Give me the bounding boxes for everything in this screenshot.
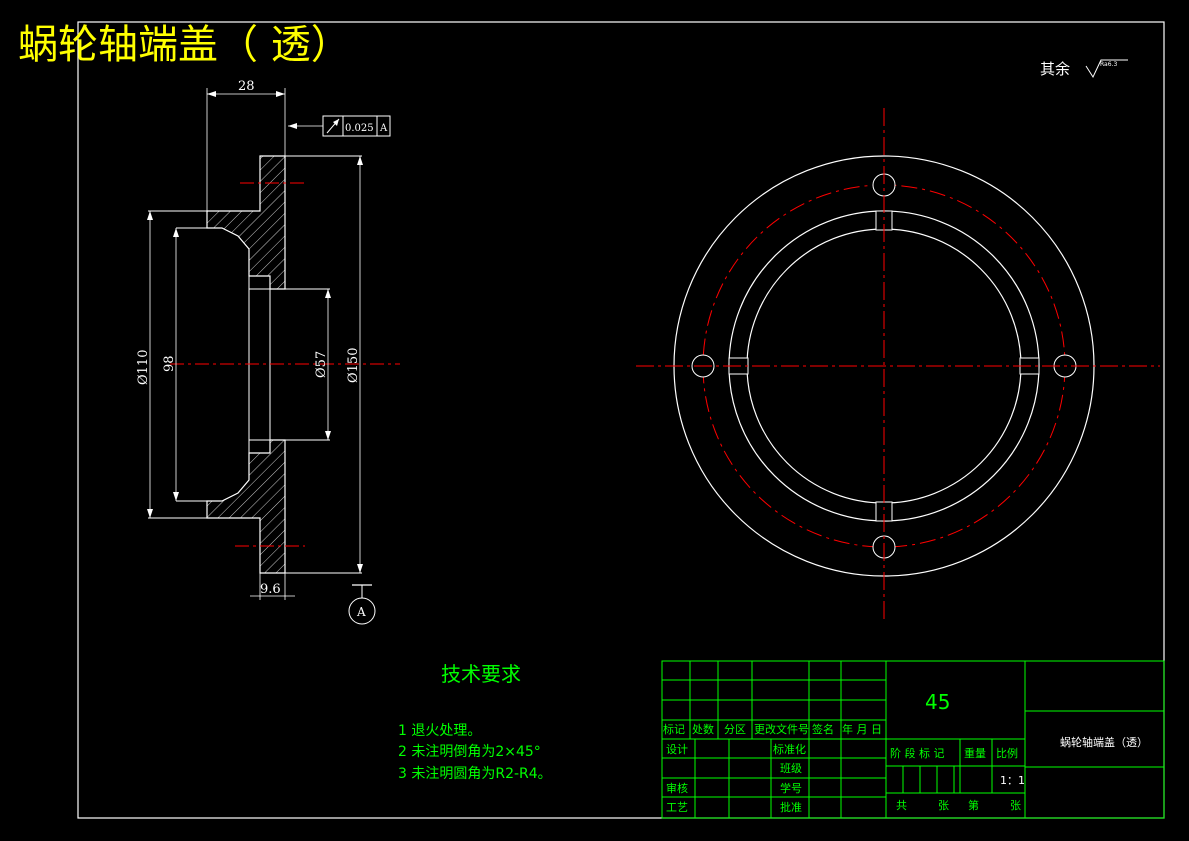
rev-label-zone: 分区 [724,723,746,736]
roughness-value: Ra6.3 [1100,61,1117,68]
roughness-symbol-icon: Ra6.3 [1085,59,1128,79]
label-check: 审核 [666,781,688,795]
tech-item-2: 2 未注明倒角为2×45° [398,744,541,760]
section-hatch-upper [206,155,286,290]
label-process: 工艺 [666,801,688,814]
sheet-unit-label-1: 张 [938,799,949,812]
dim-d57: Ø57 [314,351,329,378]
material: 45 [925,690,950,714]
drawing-title: 蜗轮轴端盖（ 透） [18,22,351,68]
label-class: 班级 [780,762,802,775]
front-view [636,108,1160,622]
label-standardize: 标准化 [773,742,806,756]
dim-98: 98 [162,355,177,372]
tech-heading: 技术要求 [441,662,521,686]
dim-d110: Ø110 [136,350,151,385]
tech-item-1: 1 退火处理。 [398,723,481,739]
label-student-no: 学号 [780,781,802,795]
part-name: 蜗轮轴端盖（透） [1060,735,1148,749]
label-weight: 重量 [964,746,986,760]
tech-item-3: 3 未注明圆角为R2-R4。 [398,766,552,782]
label-approve: 批准 [780,800,802,814]
surface-note: 其余 [1040,60,1070,78]
rev-label-sign: 签名 [812,722,834,736]
drawing-frame [77,21,1165,819]
tolerance-datum: A [379,123,388,134]
tolerance-value: 0.025 [345,123,374,134]
rev-label-doc: 更改文件号 [754,722,809,736]
drawing-canvas: 蜗轮轴端盖（ 透） 其余 Ra6.3 28 9.6 Ø110 98 Ø57 Ø1… [18,21,1165,819]
dim-d150: Ø150 [346,348,361,383]
section-hatch-lower [206,439,286,574]
section-view: 28 9.6 Ø110 98 Ø57 Ø150 0.025 A A [136,79,400,625]
datum-label: A [356,605,366,619]
sheet-no-label: 第 [968,798,979,812]
sheet-unit-label-2: 张 [1010,799,1021,812]
label-stage: 阶 段 标 记 [890,746,945,760]
dim-28: 28 [238,79,255,94]
sheet-total-label: 共 [896,799,907,812]
scale-value: 1：1 [1000,774,1025,787]
label-design: 设计 [666,743,688,756]
rev-label-date: 年 月 日 [842,722,882,736]
dim-9-6: 9.6 [260,582,281,597]
rev-label-mark: 标记 [663,722,685,736]
label-scale: 比例 [996,746,1018,760]
runout-icon [326,118,340,134]
rev-label-count: 处数 [692,723,714,736]
